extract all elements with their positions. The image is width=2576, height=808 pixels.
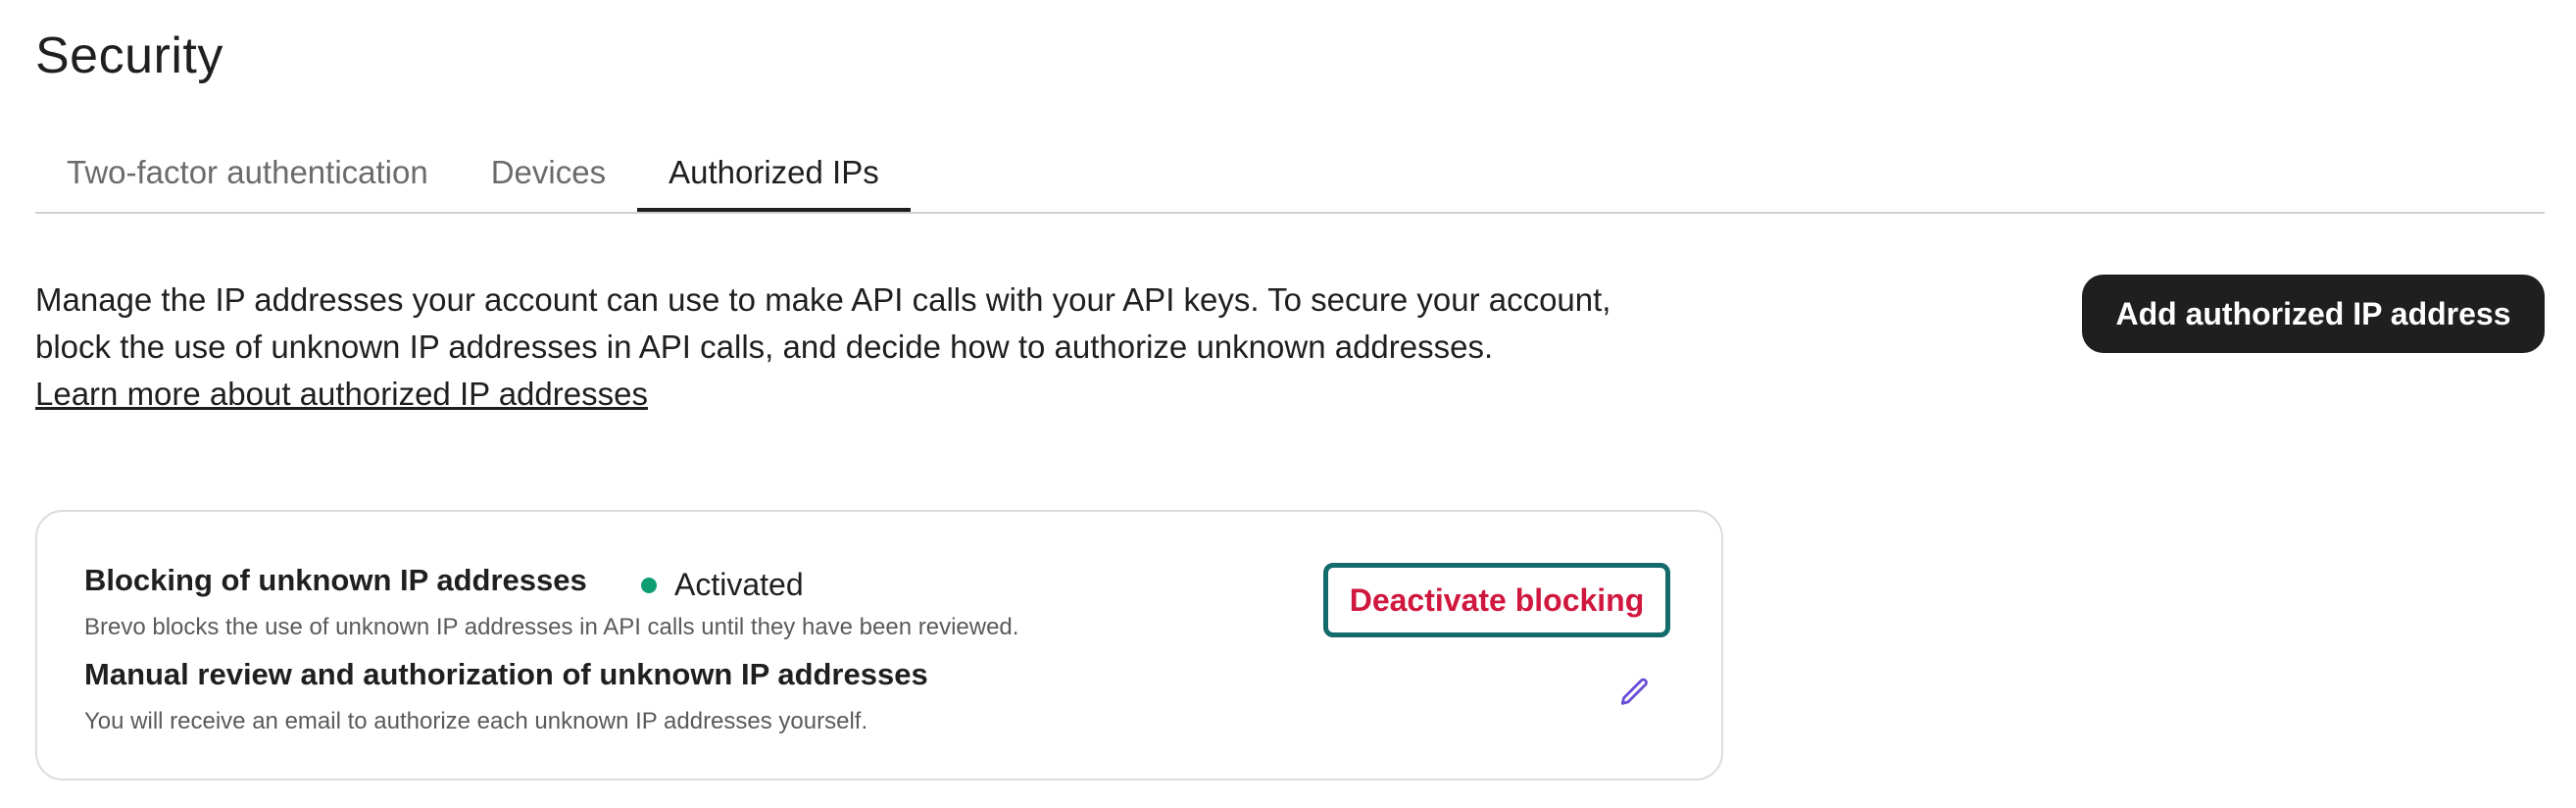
tab-authorized-ips[interactable]: Authorized IPs [637, 137, 911, 212]
status-text: Activated [674, 567, 804, 602]
intro-line-1: Manage the IP addresses your account can… [35, 281, 1611, 318]
pencil-icon [1620, 678, 1648, 705]
review-description: You will receive an email to authorize e… [84, 708, 868, 734]
intro-text: Manage the IP addresses your account can… [35, 277, 1721, 418]
tab-devices[interactable]: Devices [460, 137, 637, 210]
blocking-title: Blocking of unknown IP addresses [84, 563, 587, 597]
learn-more-link[interactable]: Learn more about authorized IP addresses [35, 376, 648, 412]
page-title: Security [35, 27, 223, 84]
tab-bar: Two-factor authentication Devices Author… [35, 137, 2545, 214]
blocking-description: Brevo blocks the use of unknown IP addre… [84, 614, 1019, 640]
edit-review-button[interactable] [1613, 671, 1657, 714]
ip-blocking-card: Blocking of unknown IP addresses Activat… [35, 510, 1723, 781]
add-authorized-ip-button[interactable]: Add authorized IP address [2082, 275, 2545, 353]
status-badge: Activated [641, 567, 804, 603]
deactivate-blocking-button[interactable]: Deactivate blocking [1323, 563, 1670, 637]
intro-line-2: block the use of unknown IP addresses in… [35, 328, 1494, 365]
status-dot-icon [641, 577, 657, 593]
tab-two-factor-authentication[interactable]: Two-factor authentication [35, 137, 460, 210]
review-title: Manual review and authorization of unkno… [84, 657, 928, 691]
